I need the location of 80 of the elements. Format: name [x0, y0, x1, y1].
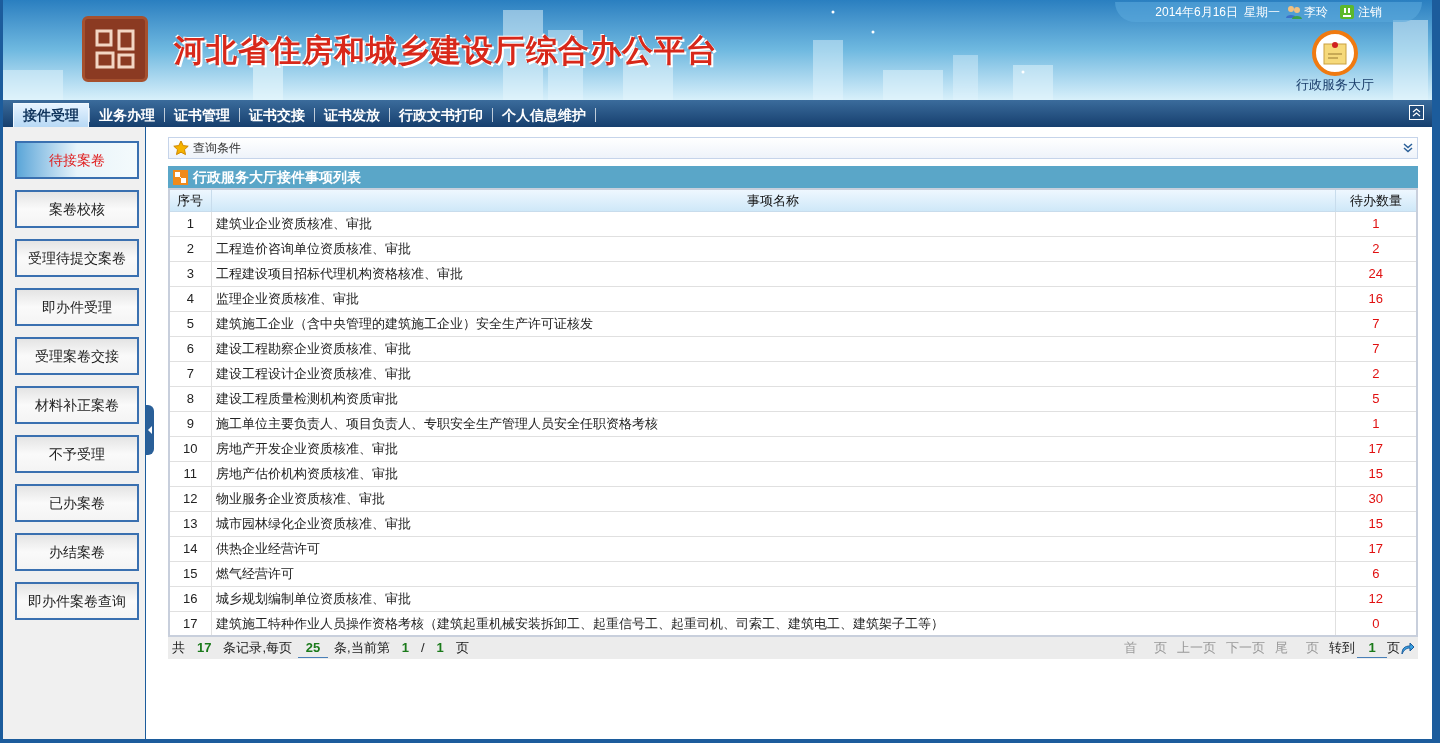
table-cell: 燃气经营许可	[211, 561, 1335, 586]
column-header: 事项名称	[211, 189, 1335, 211]
table-cell: 6	[169, 336, 211, 361]
sidebar-item[interactable]: 即办件案卷查询	[15, 582, 139, 620]
hall-label[interactable]: 行政服务大厅	[1296, 75, 1374, 95]
table-cell: 14	[169, 536, 211, 561]
users-icon	[1286, 5, 1302, 19]
pager-text: 条记录,每页	[223, 639, 293, 658]
query-panel[interactable]: 查询条件	[168, 137, 1418, 159]
table-cell: 13	[169, 511, 211, 536]
table-cell: 建筑施工企业（含中央管理的建筑施工企业）安全生产许可证核发	[211, 311, 1335, 336]
sidebar-item[interactable]: 办结案卷	[15, 533, 139, 571]
goto-field[interactable]: 1	[1357, 637, 1387, 659]
table-cell: 9	[169, 411, 211, 436]
table-cell: 建筑业企业资质核准、审批	[211, 211, 1335, 236]
current-page: 1	[401, 639, 409, 658]
table-cell: 2	[169, 236, 211, 261]
pager-text: 条,当前第	[334, 639, 390, 658]
query-title: 查询条件	[193, 140, 242, 157]
date-text: 2014年6月16日	[1155, 4, 1238, 21]
nav-tab[interactable]: 证书交接	[240, 103, 314, 127]
star-icon	[173, 140, 189, 156]
table-cell: 城乡规划编制单位资质核准、审批	[211, 586, 1335, 611]
total-count: 17	[197, 639, 212, 658]
table-cell: 工程造价咨询单位资质核准、审批	[211, 236, 1335, 261]
table-cell: 12	[169, 486, 211, 511]
sidebar-item[interactable]: 受理待提交案卷	[15, 239, 139, 277]
table-cell: 供热企业经营许可	[211, 536, 1335, 561]
note-icon[interactable]	[1312, 30, 1358, 76]
table-cell: 监理企业资质核准、审批	[211, 286, 1335, 311]
pager-text: 页	[1387, 639, 1400, 658]
sidebar-item[interactable]: 已办案卷	[15, 484, 139, 522]
expand-icon[interactable]	[1403, 143, 1413, 153]
sidebar-item[interactable]: 即办件受理	[15, 288, 139, 326]
sidebar-item[interactable]: 不予受理	[15, 435, 139, 473]
pager-text: 共	[172, 639, 185, 658]
table-cell: 建设工程设计企业资质核准、审批	[211, 361, 1335, 386]
nav-tab[interactable]: 证书发放	[315, 103, 389, 127]
table-cell: 建设工程勘察企业资质核准、审批	[211, 336, 1335, 361]
pager-text: 页	[455, 639, 469, 658]
table-cell: 建设工程质量检测机构资质审批	[211, 386, 1335, 411]
table-cell: 3	[169, 261, 211, 286]
sidebar-item[interactable]: 案卷校核	[15, 190, 139, 228]
table-cell: 施工单位主要负责人、项目负责人、专职安全生产管理人员安全任职资格考核	[211, 411, 1335, 436]
sidebar-item[interactable]: 受理案卷交接	[15, 337, 139, 375]
table-cell: 5	[169, 311, 211, 336]
table-cell: 10	[169, 436, 211, 461]
table-cell: 工程建设项目招标代理机构资格核准、审批	[211, 261, 1335, 286]
seal-icon	[82, 16, 148, 82]
go-arrow-icon[interactable]	[1400, 641, 1414, 655]
sidebar-item[interactable]: 材料补正案卷	[15, 386, 139, 424]
pager-text: /	[420, 639, 425, 658]
sidebar-item[interactable]: 待接案卷	[15, 141, 139, 179]
nav-tab[interactable]: 个人信息维护	[493, 103, 595, 127]
column-header: 序号	[169, 189, 211, 211]
table-cell: 11	[169, 461, 211, 486]
per-page-field[interactable]: 25	[298, 637, 329, 659]
nav-tab[interactable]: 行政文书打印	[390, 103, 492, 127]
site-title: 河北省住房和城乡建设厅综合办公平台	[174, 32, 718, 70]
table-cell: 7	[169, 361, 211, 386]
page-count: 1	[436, 639, 444, 658]
table-cell: 物业服务企业资质核准、审批	[211, 486, 1335, 511]
grid-icon	[173, 169, 188, 185]
pager-text: 转到	[1329, 639, 1355, 658]
table-cell: 城市园林绿化企业资质核准、审批	[211, 511, 1335, 536]
sidebar-toggle[interactable]	[146, 405, 154, 455]
table-cell: 4	[169, 286, 211, 311]
table-title: 行政服务大厅接件事项列表	[193, 167, 361, 187]
table-cell: 房地产开发企业资质核准、审批	[211, 436, 1335, 461]
logout-icon[interactable]	[1340, 5, 1354, 19]
nav-tab[interactable]: 接件受理	[13, 103, 89, 127]
table-cell: 1	[169, 211, 211, 236]
table-cell: 房地产估价机构资质核准、审批	[211, 461, 1335, 486]
table-cell: 15	[169, 561, 211, 586]
nav-tab[interactable]: 业务办理	[90, 103, 164, 127]
collapse-icon[interactable]	[1409, 105, 1424, 120]
weekday-text: 星期一	[1244, 4, 1280, 21]
table-cell: 16	[169, 586, 211, 611]
table-cell: 8	[169, 386, 211, 411]
nav-tab[interactable]: 证书管理	[165, 103, 239, 127]
